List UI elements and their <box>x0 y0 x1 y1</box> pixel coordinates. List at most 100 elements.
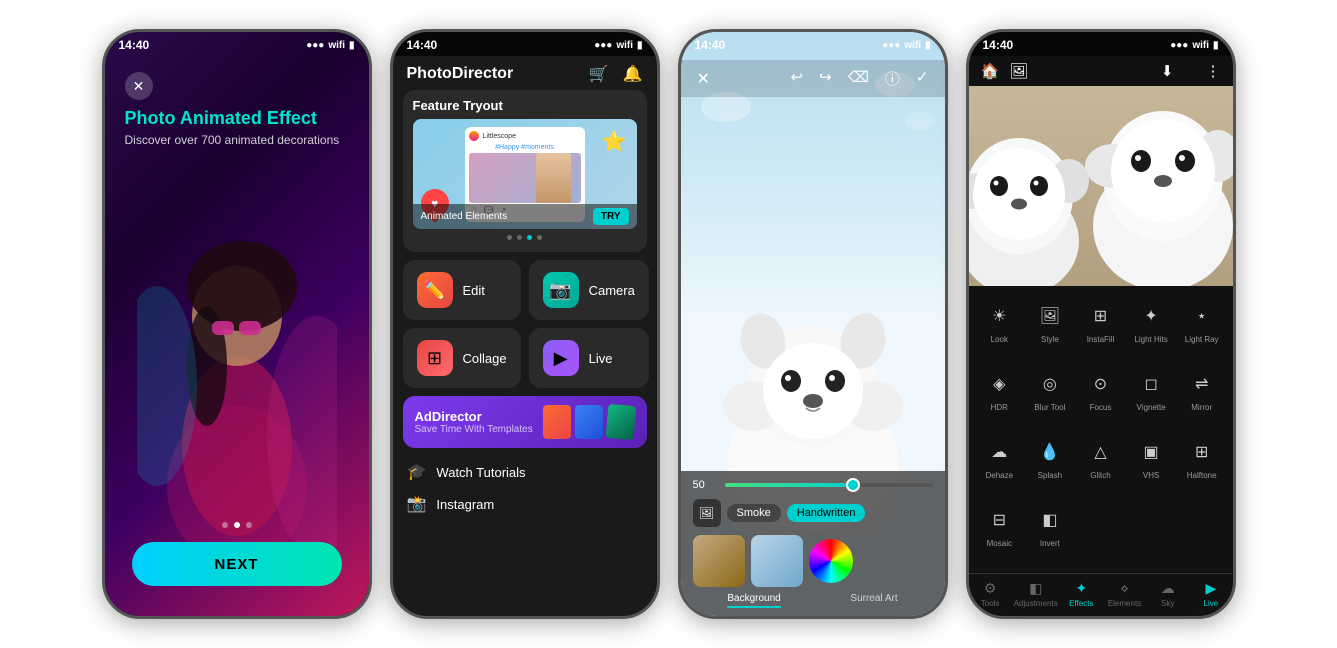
slider-thumb[interactable] <box>846 478 860 492</box>
close-button[interactable]: ✕ <box>125 72 153 100</box>
tool-instafill[interactable]: ⊞ InstaFill <box>1076 294 1126 361</box>
tool-invert[interactable]: ◧ Invert <box>1025 498 1075 565</box>
tool-vignette[interactable]: ◻ Vignette <box>1126 362 1176 429</box>
phone-2: 14:40 ●●● wifi ▮ PhotoDirector 🛒 🔔 <box>390 29 660 619</box>
tool-dehaze[interactable]: ☁ Dehaze <box>975 430 1025 497</box>
sky-nav-icon: ☁ <box>1161 580 1175 597</box>
phones-container: 14:40 ●●● wifi ▮ ✕ Photo Animated Effect… <box>82 9 1256 639</box>
tool-mosaic[interactable]: ⊟ Mosaic <box>975 498 1025 565</box>
wifi-icon: wifi <box>1192 40 1209 51</box>
undo-icon[interactable]: ↩ <box>791 68 804 89</box>
instagram-icon: 📸 <box>407 494 427 514</box>
gallery-icon[interactable]: 🖼 <box>1009 62 1028 80</box>
instafill-label: InstaFill <box>1087 335 1115 344</box>
hdr-label: HDR <box>991 403 1008 412</box>
watch-tutorials-item[interactable]: 🎓 Watch Tutorials <box>393 456 657 488</box>
tool-light-hits[interactable]: ✦ Light Hits <box>1126 294 1176 361</box>
nav-effects[interactable]: ✦ Effects <box>1060 574 1103 616</box>
adjustments-nav-label: Adjustments <box>1014 599 1058 608</box>
edit-button[interactable]: ✏️ Edit <box>403 260 521 320</box>
tool-look[interactable]: ☀ Look <box>975 294 1025 361</box>
try-label-bar: Animated Elements TRY <box>413 204 637 229</box>
phone3-time: 14:40 <box>695 38 726 52</box>
tool-splash[interactable]: 💧 Splash <box>1025 430 1075 497</box>
color-wheel[interactable] <box>809 539 853 583</box>
tool-vhs[interactable]: ▣ VHS <box>1126 430 1176 497</box>
tool-style[interactable]: 🖼 Style <box>1025 294 1075 361</box>
hashtag-text: #Happy #moments <box>469 144 581 151</box>
wifi-icon: wifi <box>904 40 921 51</box>
tool-blur[interactable]: ◎ Blur Tool <box>1025 362 1075 429</box>
thumbnail-1[interactable] <box>693 535 745 587</box>
nav-sky[interactable]: ☁ Sky <box>1146 574 1189 616</box>
ad-director-banner[interactable]: AdDirector Save Time With Templates <box>403 396 647 448</box>
dehaze-icon: ☁ <box>983 436 1015 468</box>
tool-halftone[interactable]: ⊞ Halftone <box>1177 430 1227 497</box>
nav-live[interactable]: ▶ Live <box>1189 574 1232 616</box>
camera-icon: 📷 <box>543 272 579 308</box>
next-button[interactable]: NEXT <box>132 542 342 586</box>
filter-tabs-row: 🖼 Smoke Handwritten <box>693 499 933 527</box>
glitch-label: Glitch <box>1090 471 1110 480</box>
home-icon[interactable]: 🏠 <box>981 62 1000 80</box>
light-ray-icon: ⋆ <box>1186 300 1218 332</box>
erase-icon[interactable]: ⌫ <box>848 68 869 89</box>
download-icon[interactable]: ⬇ <box>1161 62 1174 80</box>
blur-label: Blur Tool <box>1034 403 1065 412</box>
collage-button[interactable]: ⊞ Collage <box>403 328 521 388</box>
wifi-icon: wifi <box>328 40 345 51</box>
more-icon[interactable]: ⋮ <box>1206 62 1221 80</box>
try-button[interactable]: TRY <box>593 208 629 225</box>
close-icon[interactable]: ✕ <box>697 69 710 89</box>
feature-preview-card: Littlescope #Happy #moments ♡ 💬 ↗ <box>413 119 637 229</box>
insta-avatar <box>469 131 479 141</box>
dot-2 <box>517 235 522 240</box>
tool-glitch[interactable]: △ Glitch <box>1076 430 1126 497</box>
dehaze-label: Dehaze <box>986 471 1014 480</box>
slider-fill <box>725 483 860 487</box>
notification-icon[interactable]: 🔔 <box>623 64 643 84</box>
battery-icon: ▮ <box>349 40 355 51</box>
instagram-item[interactable]: 📸 Instagram <box>393 488 657 520</box>
thumbnail-2[interactable] <box>751 535 803 587</box>
cart-icon[interactable]: 🛒 <box>589 64 609 84</box>
nav-elements[interactable]: ⋄ Elements <box>1103 574 1146 616</box>
redo-icon[interactable]: ↪ <box>819 68 832 89</box>
mosaic-icon: ⊟ <box>983 504 1015 536</box>
check-icon[interactable]: ✓ <box>916 68 929 89</box>
slider-track[interactable] <box>725 483 933 487</box>
smoke-chip[interactable]: Smoke <box>727 504 781 522</box>
instagram-label: Instagram <box>436 497 494 512</box>
nav-tools[interactable]: ⚙ Tools <box>969 574 1012 616</box>
surreal-art-tab[interactable]: Surreal Art <box>850 593 897 608</box>
camera-button[interactable]: 📷 Camera <box>529 260 649 320</box>
light-hits-label: Light Hits <box>1134 335 1167 344</box>
style-icon: 🖼 <box>1034 300 1066 332</box>
phone1-bottom-section: NEXT <box>105 522 369 616</box>
nav-adjustments[interactable]: ◧ Adjustments <box>1012 574 1060 616</box>
signal-icon: ●●● <box>1170 40 1188 51</box>
adjustments-nav-icon: ◧ <box>1029 580 1042 597</box>
collage-label: Collage <box>463 351 507 366</box>
ad-thumb-2 <box>575 405 603 439</box>
signal-icon: ●●● <box>882 40 900 51</box>
phone1-status-bar: 14:40 ●●● wifi ▮ <box>105 32 369 56</box>
handwritten-chip[interactable]: Handwritten <box>787 504 866 522</box>
effects-nav-label: Effects <box>1069 599 1093 608</box>
phone2-header: PhotoDirector 🛒 🔔 <box>393 56 657 90</box>
live-icon: ▶ <box>543 340 579 376</box>
look-label: Look <box>991 335 1008 344</box>
tool-mirror[interactable]: ⇌ Mirror <box>1177 362 1227 429</box>
vhs-icon: ▣ <box>1135 436 1167 468</box>
app-logo: PhotoDirector <box>407 65 514 83</box>
live-button[interactable]: ▶ Live <box>529 328 649 388</box>
background-tab[interactable]: Background <box>727 593 780 608</box>
tool-focus[interactable]: ⊙ Focus <box>1076 362 1126 429</box>
battery-icon: ▮ <box>925 40 931 51</box>
tool-hdr[interactable]: ◈ HDR <box>975 362 1025 429</box>
phone-3: 14:40 ●●● wifi ▮ ✕ ↩ ↪ ⌫ ⓘ ✓ <box>678 29 948 619</box>
tool-light-ray[interactable]: ⋆ Light Ray <box>1177 294 1227 361</box>
add-image-button[interactable]: 🖼 <box>693 499 721 527</box>
info-icon[interactable]: ⓘ <box>885 68 900 89</box>
hdr-icon: ◈ <box>983 368 1015 400</box>
